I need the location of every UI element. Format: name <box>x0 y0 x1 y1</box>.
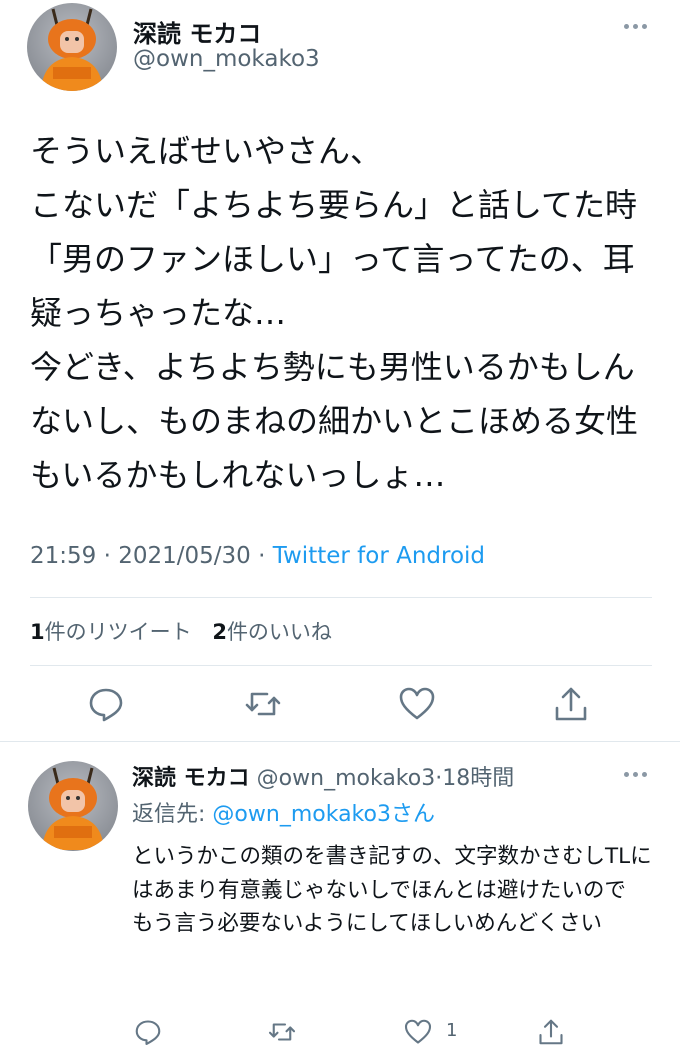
retweet-label: 件のリツイート <box>44 620 192 644</box>
retweet-icon[interactable] <box>267 1017 297 1047</box>
reply-to-line: 返信先: @own_mokako3さん <box>132 796 435 828</box>
divider <box>30 665 652 666</box>
like-label: 件のいいね <box>226 620 332 644</box>
reply-icon[interactable] <box>86 684 126 724</box>
retweet-icon[interactable] <box>243 684 283 724</box>
reply-header: 深読 モカコ @own_mokako3·18時間 <box>132 760 514 792</box>
tweet-text: そういえばせいやさん、 こないだ「よちよち要らん」と話してた時「男のファンほしい… <box>30 132 639 494</box>
avatar[interactable] <box>28 761 118 851</box>
reply-to-suffix[interactable]: さん <box>391 802 435 827</box>
more-icon[interactable] <box>624 766 652 782</box>
tweet-source-link[interactable]: Twitter for Android <box>273 543 485 569</box>
reply-to-prefix: 返信先: <box>132 802 206 827</box>
avatar[interactable] <box>27 3 117 91</box>
avatar-figure-icon <box>42 767 104 850</box>
reply-to-mention[interactable]: @own_mokako3 <box>212 802 391 827</box>
heart-icon[interactable] <box>403 1017 433 1047</box>
heart-icon[interactable] <box>397 684 437 724</box>
meta-separator: · <box>103 543 111 569</box>
like-count: 2 <box>212 620 227 644</box>
share-icon[interactable] <box>551 684 591 724</box>
reply-icon[interactable] <box>133 1017 163 1047</box>
tweet-time: 21:59 <box>30 543 97 569</box>
tweet-time-ago[interactable]: 18時間 <box>442 766 514 791</box>
user-handle[interactable]: @own_mokako3 <box>257 766 436 791</box>
tweet-date: 2021/05/30 <box>118 543 251 569</box>
display-name[interactable]: 深読 モカコ <box>132 766 250 791</box>
divider <box>30 597 652 598</box>
display-name[interactable]: 深読 モカコ <box>133 14 261 49</box>
like-stat[interactable]: 2件のいいね <box>212 620 332 644</box>
like-count: 1 <box>446 1020 458 1041</box>
meta-separator: · <box>258 543 266 569</box>
more-icon[interactable] <box>624 18 652 34</box>
share-icon[interactable] <box>536 1017 566 1047</box>
user-handle[interactable]: @own_mokako3 <box>133 46 320 72</box>
main-tweet: 深読 モカコ @own_mokako3 そういえばせいやさん、 こないだ「よちよ… <box>0 0 680 740</box>
tweet-text: というかこの類のを書き記すの、文字数かさむしTLにはあまり有意義じゃないしでほん… <box>132 844 652 936</box>
tweet-meta: 21:59 · 2021/05/30 · Twitter for Android <box>30 543 485 569</box>
avatar-figure-icon <box>41 8 103 91</box>
tweet-stats: 1件のリツイート 2件のいいね <box>30 616 332 646</box>
retweet-count: 1 <box>30 620 45 644</box>
tweet-separator <box>0 741 680 742</box>
retweet-stat[interactable]: 1件のリツイート <box>30 620 192 644</box>
